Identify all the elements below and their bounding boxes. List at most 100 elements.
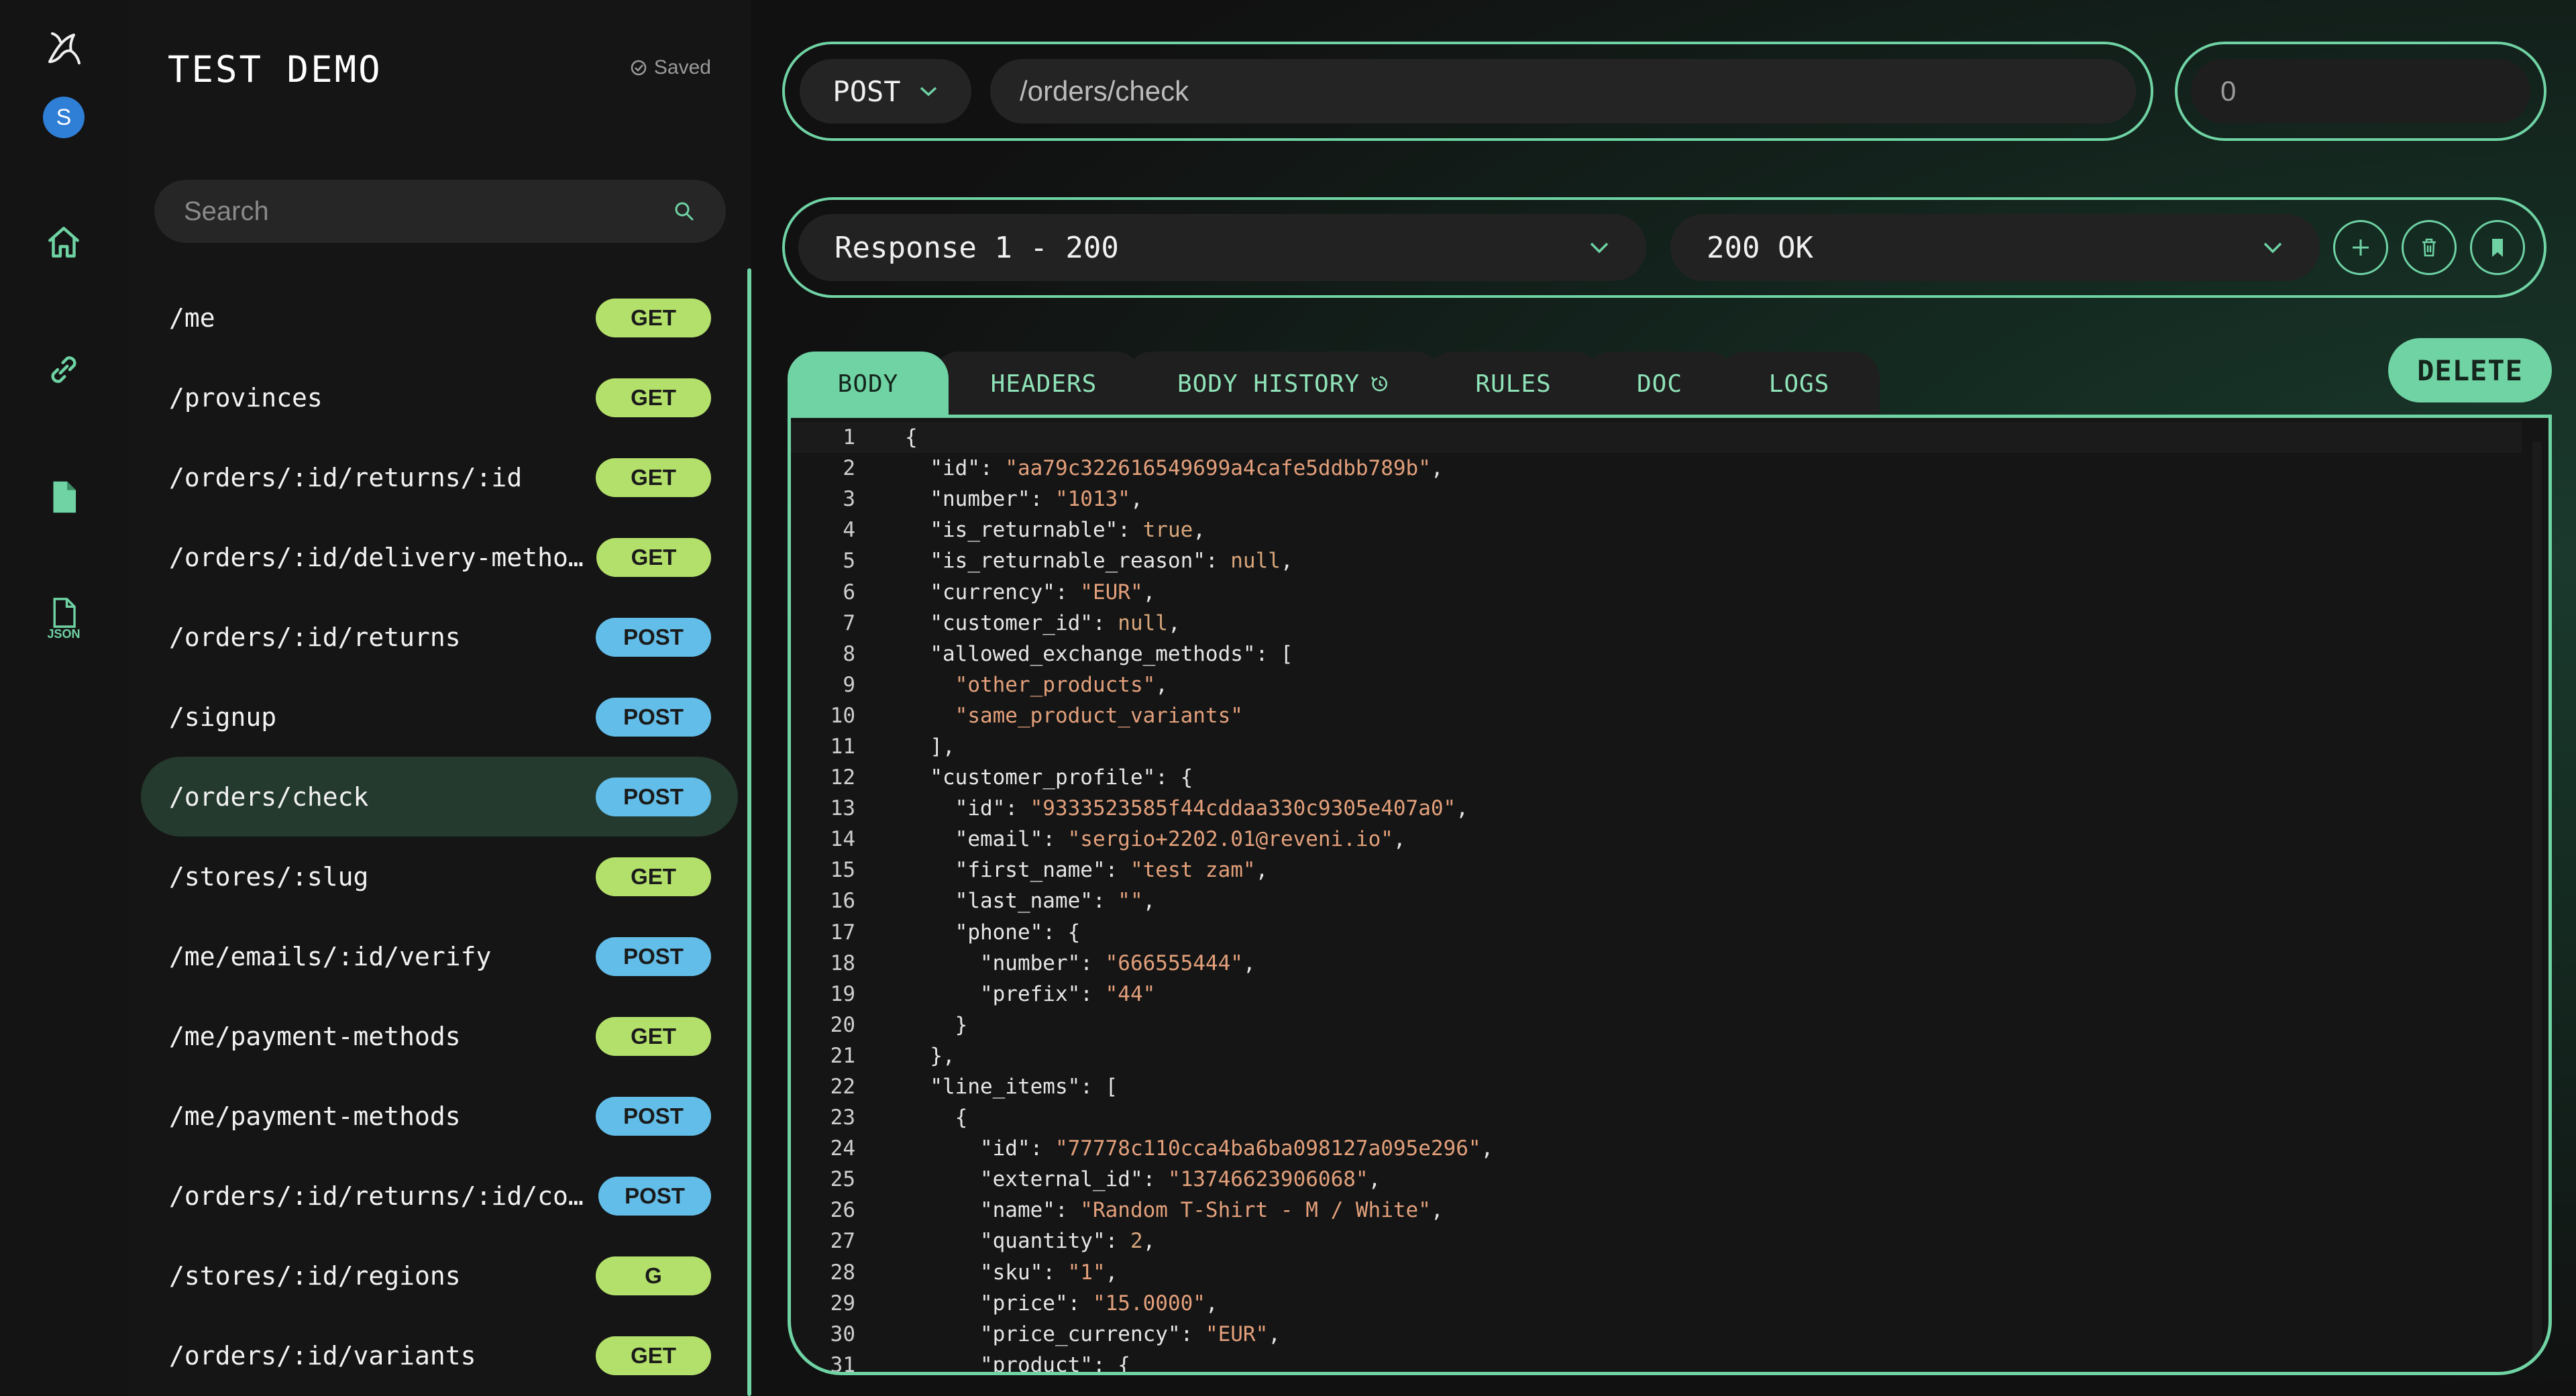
method-badge: GET: [596, 1016, 711, 1056]
line-number: 3: [843, 487, 855, 512]
saved-label: Saved: [653, 56, 711, 78]
response-select[interactable]: Response 1 - 200: [798, 214, 1646, 281]
endpoint-item[interactable]: /orders/:id/variants GET: [141, 1316, 738, 1395]
code-text: "customer_profile": {: [930, 765, 1193, 790]
code-text: "prefix": "44": [979, 981, 1156, 1006]
method-badge: GET: [596, 857, 711, 896]
tab-body[interactable]: BODY: [788, 352, 949, 416]
endpoint-item[interactable]: /orders/:id/delivery-methods GET: [141, 517, 738, 597]
code-text: "external_id": "13746623906068",: [979, 1167, 1381, 1192]
endpoint-path: /orders/:id/returns/:id: [169, 462, 523, 492]
code-text: "number": "666555444",: [979, 951, 1256, 975]
document-button[interactable]: [40, 474, 87, 521]
endpoint-item[interactable]: /orders/:id/returns POST: [141, 597, 738, 677]
endpoint-path: /orders/:id/returns/:id/comp…: [169, 1181, 598, 1211]
code-text: "customer_id": null,: [930, 610, 1181, 635]
code-line: 2 "id": "aa79c322616549699a4cafe5ddbb789…: [791, 453, 2522, 484]
url-input[interactable]: [990, 59, 2136, 123]
endpoint-path: /orders/:id/returns: [169, 622, 461, 652]
bookmark-icon: [2492, 239, 2503, 257]
main-panel: POST Response 1 - 200 200 OK BODY HEADER…: [751, 0, 2576, 1396]
plus-icon: [2353, 239, 2369, 256]
endpoint-item[interactable]: /me/emails/:id/verify POST: [141, 916, 738, 996]
code-lines[interactable]: 1{2 "id": "aa79c322616549699a4cafe5ddbb7…: [791, 422, 2522, 1372]
add-response-button[interactable]: [2333, 220, 2388, 275]
endpoint-item[interactable]: /stores/:slug GET: [141, 837, 738, 916]
home-icon: [48, 227, 79, 258]
saved-status: Saved: [630, 56, 711, 79]
json-label: JSON: [47, 627, 80, 641]
endpoint-path: /orders/:id/variants: [169, 1340, 476, 1371]
search-box: [154, 180, 726, 243]
code-line: 25 "external_id": "13746623906068",: [791, 1164, 2522, 1195]
endpoint-item[interactable]: /me/payment-methods GET: [141, 996, 738, 1076]
code-line: 28 "sku": "1",: [791, 1257, 2522, 1288]
line-number: 8: [843, 641, 855, 666]
logo-icon[interactable]: [40, 27, 87, 74]
line-number: 4: [843, 518, 855, 543]
code-line: 26 "name": "Random T-Shirt - M / White",: [791, 1195, 2522, 1226]
endpoint-item[interactable]: /me GET: [141, 278, 738, 358]
code-editor[interactable]: 1{2 "id": "aa79c322616549699a4cafe5ddbb7…: [788, 415, 2552, 1375]
method-badge: GET: [596, 537, 711, 577]
delete-response-button[interactable]: [2402, 220, 2457, 275]
line-number: 18: [830, 951, 855, 975]
tab-rules[interactable]: RULES: [1426, 352, 1601, 416]
code-text: "number": "1013",: [930, 487, 1143, 512]
endpoint-item[interactable]: /orders/:id/returns/:id/comp… POST: [141, 1156, 738, 1236]
endpoint-item[interactable]: /signup POST: [141, 677, 738, 757]
endpoint-path: /me/payment-methods: [169, 1021, 461, 1051]
code-line: 15 "first_name": "test zam",: [791, 855, 2522, 885]
delay-input[interactable]: [2191, 59, 2530, 123]
endpoint-item[interactable]: /me/payment-methods POST: [141, 1076, 738, 1156]
endpoint-item[interactable]: /orders/:id/returns/:id GET: [141, 437, 738, 517]
json-button[interactable]: JSON: [40, 594, 87, 641]
line-number: 13: [830, 796, 855, 821]
line-number: 28: [830, 1260, 855, 1285]
bookmark-response-button[interactable]: [2470, 220, 2525, 275]
avatar[interactable]: S: [43, 97, 85, 138]
endpoint-item[interactable]: /stores/:id/regions G: [141, 1236, 738, 1316]
check-circle-icon: [631, 60, 647, 76]
home-button[interactable]: [40, 219, 87, 266]
search-icon[interactable]: [672, 199, 696, 223]
line-number: 19: [830, 981, 855, 1006]
method-badge: GET: [596, 458, 711, 497]
endpoint-item[interactable]: /provinces GET: [141, 358, 738, 437]
method-label: POST: [833, 74, 901, 108]
line-number: 27: [830, 1229, 855, 1254]
link-button[interactable]: [40, 346, 87, 393]
code-text: "quantity": 2,: [979, 1229, 1156, 1254]
project-title: TEST DEMO: [168, 48, 382, 91]
line-number: 30: [830, 1322, 855, 1346]
code-line: 9 "other_products",: [791, 669, 2522, 700]
tab-logs[interactable]: LOGS: [1719, 352, 1880, 416]
status-select-label: 200 OK: [1707, 230, 1813, 265]
code-text: "is_returnable_reason": null,: [930, 549, 1293, 574]
code-text: "same_product_variants": [955, 703, 1243, 728]
tab-headers[interactable]: HEADERS: [932, 352, 1142, 416]
status-select[interactable]: 200 OK: [1670, 214, 2320, 281]
tab-doc[interactable]: DOC: [1585, 352, 1735, 416]
code-line: 11 ],: [791, 731, 2522, 762]
delay-box: [2175, 42, 2546, 141]
code-line: 12 "customer_profile": {: [791, 762, 2522, 793]
endpoint-path: /me/emails/:id/verify: [169, 941, 492, 971]
code-line: 3 "number": "1013",: [791, 484, 2522, 515]
line-number: 24: [830, 1136, 855, 1161]
code-line: 18 "number": "666555444",: [791, 948, 2522, 979]
code-line: 14 "email": "sergio+2202.01@reveni.io",: [791, 824, 2522, 855]
code-text: "is_returnable": true,: [930, 518, 1205, 543]
method-badge: POST: [596, 617, 711, 657]
delete-button[interactable]: DELETE: [2388, 338, 2552, 402]
code-line: 1{: [791, 422, 2522, 453]
editor-scrollbar[interactable]: [2532, 442, 2542, 1368]
method-select[interactable]: POST: [800, 59, 971, 123]
code-line: 10 "same_product_variants": [791, 700, 2522, 731]
code-text: "id": "77778c110cca4ba6ba098127a095e296"…: [979, 1136, 1494, 1161]
tab-body-history[interactable]: BODY HISTORY: [1126, 352, 1442, 416]
code-text: "price": "15.0000",: [979, 1291, 1218, 1316]
search-input[interactable]: [184, 196, 672, 227]
sidebar: TEST DEMO Saved /me GET/provinces GET/orde…: [127, 0, 853, 1396]
endpoint-item[interactable]: /orders/check POST: [141, 757, 738, 837]
